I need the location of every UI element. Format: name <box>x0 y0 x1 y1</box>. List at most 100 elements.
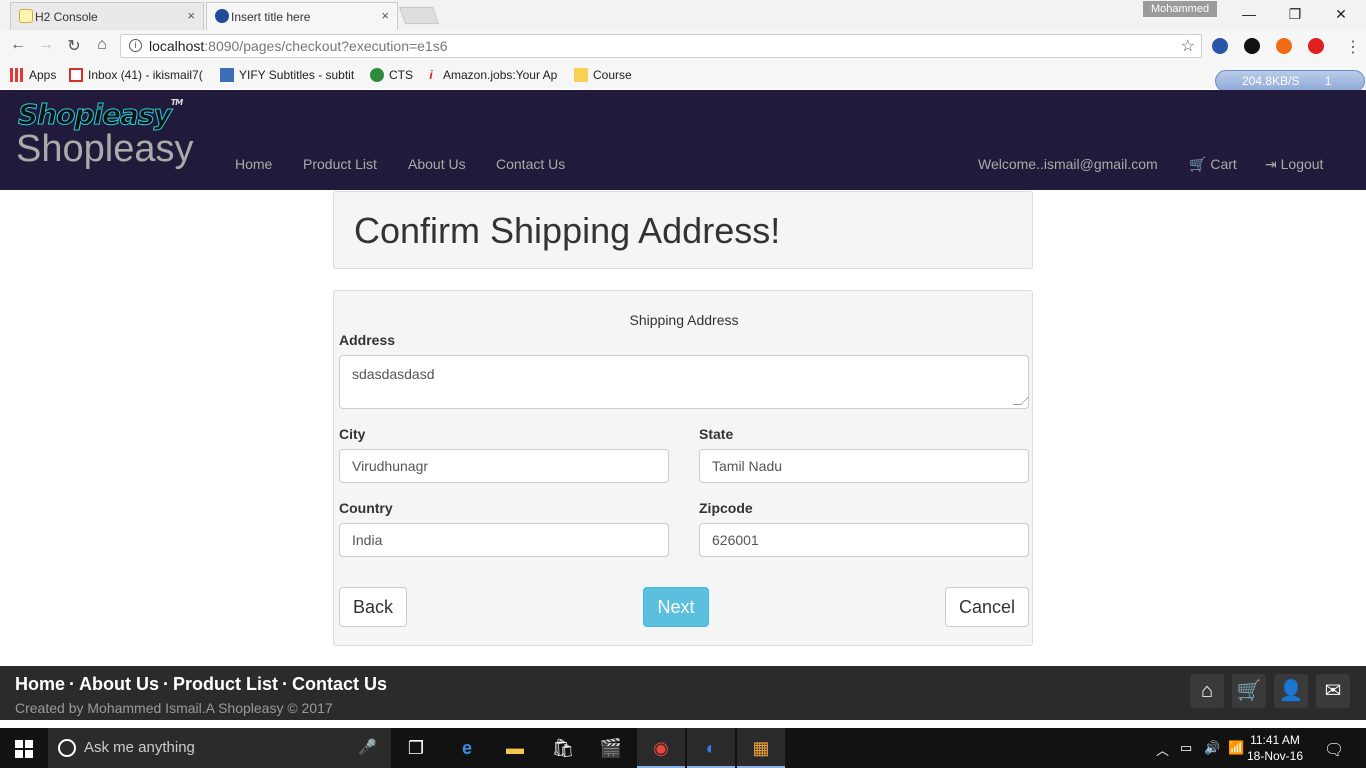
app-icon[interactable]: ▦ <box>737 728 785 768</box>
bookmark-inbox[interactable]: Inbox (41) - ikismail7( <box>69 68 203 82</box>
nav-about-us[interactable]: About Us <box>408 156 466 172</box>
site-info-icon[interactable]: i <box>129 39 142 52</box>
nav-home[interactable]: Home <box>235 156 272 172</box>
bookmark-label: Amazon.jobs:Your Ap <box>443 68 558 82</box>
page-title: Confirm Shipping Address! <box>354 210 781 251</box>
state-input[interactable]: Tamil Nadu <box>699 449 1029 483</box>
home-icon[interactable]: ⌂ <box>91 36 113 54</box>
bookmark-course[interactable]: Course <box>574 68 632 82</box>
reload-icon[interactable]: ↻ <box>63 36 85 56</box>
address-bar[interactable]: i localhost:8090/pages/checkout?executio… <box>120 34 1202 58</box>
zipcode-input[interactable]: 626001 <box>699 523 1029 557</box>
tab-h2-console[interactable]: H2 Console × <box>10 2 204 30</box>
wifi-icon[interactable]: 📶 <box>1228 740 1244 756</box>
extension-sync-icon[interactable] <box>1244 38 1260 54</box>
clock-date: 18-Nov-16 <box>1246 749 1304 763</box>
cortana-icon <box>58 739 76 757</box>
bookmarks-bar: Apps Inbox (41) - ikismail7( YIFY Subtit… <box>0 62 1366 89</box>
bookmark-label: Course <box>593 68 632 82</box>
chrome-icon[interactable]: ◉ <box>637 728 685 768</box>
address-textarea[interactable]: sdasdasdasd <box>339 355 1029 409</box>
close-window-button[interactable]: ✕ <box>1318 4 1364 26</box>
url-host: localhost <box>149 38 205 54</box>
tray-chevron-icon[interactable]: ︿ <box>1156 740 1169 759</box>
nav-contact-us[interactable]: Contact Us <box>496 156 565 172</box>
logo-text: Shopieasy <box>18 98 173 132</box>
city-label: City <box>339 426 366 442</box>
footer-link-contact-us[interactable]: Contact Us <box>292 674 387 694</box>
windows-start-icon[interactable] <box>15 740 33 758</box>
cart-icon[interactable]: 🛒 <box>1232 674 1266 708</box>
close-tab-icon[interactable]: × <box>381 8 389 23</box>
new-tab-button[interactable] <box>398 7 440 24</box>
city-input[interactable]: Virudhunagr <box>339 449 669 483</box>
close-tab-icon[interactable]: × <box>187 8 195 23</box>
logo-tm: TM <box>170 98 183 107</box>
nav-logout[interactable]: ⇥ Logout <box>1265 156 1323 173</box>
nav-product-list[interactable]: Product List <box>303 156 377 172</box>
bookmark-apps[interactable]: Apps <box>10 68 56 82</box>
logo[interactable]: ShopieasyTM <box>18 98 184 132</box>
globe-icon <box>370 68 384 82</box>
eclipse-icon[interactable]: ◐ <box>687 728 735 768</box>
volume-icon[interactable]: 🔊 <box>1204 740 1220 756</box>
site-navbar: ShopieasyTM Shopleasy Home Product List … <box>0 90 1366 190</box>
bookmark-label: Inbox (41) - ikismail7( <box>88 68 203 82</box>
tab-title: H2 Console <box>35 9 98 24</box>
file-explorer-icon[interactable]: ▬ <box>491 728 539 768</box>
country-input[interactable]: India <box>339 523 669 557</box>
tab-title: Insert title here <box>231 9 311 24</box>
shipping-form: Shipping Address Address sdasdasdasd Cit… <box>333 290 1033 646</box>
notifications-icon[interactable]: 🗨 <box>1324 740 1344 760</box>
nav-cart[interactable]: 🛒 Cart <box>1189 156 1237 173</box>
minimize-button[interactable]: — <box>1226 4 1272 26</box>
opera-icon[interactable] <box>1308 38 1324 54</box>
footer-credit: Created by Mohammed Ismail.A Shopleasy ©… <box>15 700 333 716</box>
bookmark-cts[interactable]: CTS <box>370 68 413 82</box>
zipcode-label: Zipcode <box>699 500 753 516</box>
system-clock[interactable]: 11:41 AM 18-Nov-16 <box>1245 732 1305 764</box>
store-icon[interactable]: 🛍 <box>539 728 587 768</box>
bookmark-star-icon[interactable]: ☆ <box>1181 36 1195 58</box>
edge-icon[interactable]: e <box>443 728 491 768</box>
address-label: Address <box>339 332 396 348</box>
cancel-button[interactable]: Cancel <box>945 587 1029 627</box>
state-label: State <box>699 426 734 442</box>
bookmark-label: YIFY Subtitles - subtit <box>239 68 355 82</box>
battery-icon[interactable]: ▭ <box>1180 740 1192 756</box>
brand-name[interactable]: Shopleasy <box>16 128 193 171</box>
home-icon[interactable]: ⌂ <box>1190 674 1224 708</box>
next-button[interactable]: Next <box>643 587 709 627</box>
task-view-icon[interactable]: ❐ <box>392 728 440 768</box>
page-favicon-icon <box>215 9 229 23</box>
speed-rate: 204.8KB/S <box>1242 74 1300 88</box>
extension-icon[interactable] <box>1212 38 1228 54</box>
footer-links: Home · About Us · Product List · Contact Us <box>15 674 387 695</box>
extension-fire-icon[interactable] <box>1276 38 1292 54</box>
back-arrow-icon[interactable]: ← <box>7 36 29 54</box>
footer-separator: · <box>69 674 76 694</box>
user-icon[interactable]: 👤 <box>1274 674 1308 708</box>
info-icon: i <box>429 68 433 82</box>
clock-time: 11:41 AM <box>1250 733 1300 747</box>
footer-link-about-us[interactable]: About Us <box>79 674 159 694</box>
footer-link-home[interactable]: Home <box>15 674 65 694</box>
tab-insert-title[interactable]: Insert title here × <box>206 2 398 30</box>
footer-link-product-list[interactable]: Product List <box>173 674 278 694</box>
bookmark-amazon-jobs[interactable]: i Amazon.jobs:Your Ap <box>424 68 557 82</box>
menu-kebab-icon[interactable]: ⋮ <box>1345 37 1361 57</box>
cortana-search-box[interactable]: Ask me anything 🎤 <box>48 728 391 768</box>
microphone-icon[interactable]: 🎤 <box>358 738 377 756</box>
envelope-icon[interactable]: ✉ <box>1316 674 1350 708</box>
forward-arrow-icon[interactable]: → <box>35 36 57 54</box>
apps-grid-icon <box>10 68 24 82</box>
welcome-user[interactable]: Welcome..ismail@gmail.com <box>978 156 1158 172</box>
restore-button[interactable]: ❐ <box>1272 4 1318 26</box>
folder-icon <box>574 68 588 82</box>
back-button[interactable]: Back <box>339 587 407 627</box>
logout-icon: ⇥ <box>1265 156 1277 172</box>
bookmark-yify[interactable]: YIFY Subtitles - subtit <box>220 68 354 82</box>
video-editor-icon[interactable]: 🎬 <box>587 728 635 768</box>
gmail-icon <box>69 68 83 82</box>
profile-button[interactable]: Mohammed <box>1143 1 1218 17</box>
